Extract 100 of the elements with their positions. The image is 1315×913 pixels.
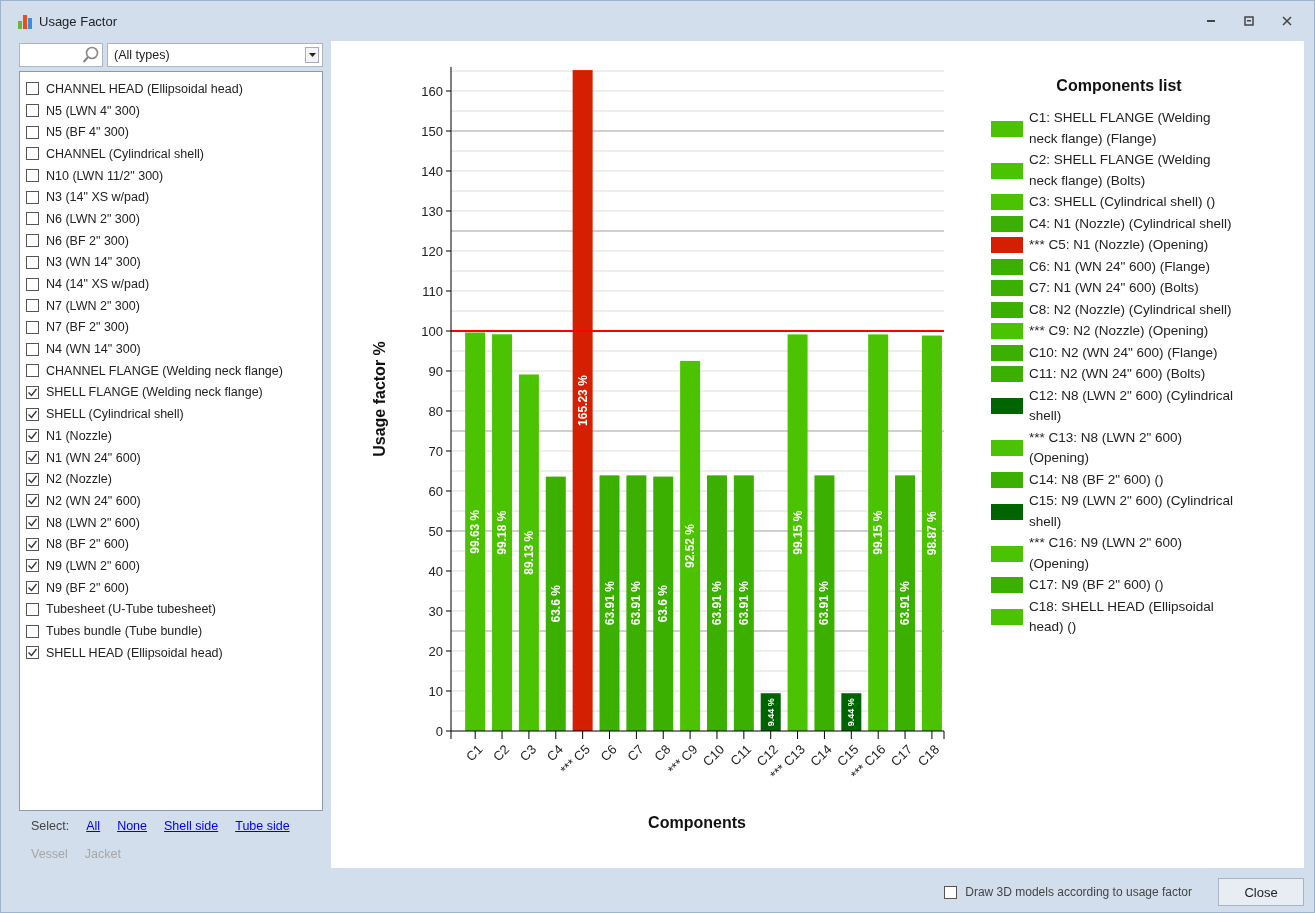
- component-label[interactable]: SHELL HEAD (Ellipsoidal head): [46, 645, 223, 660]
- x-tick-label: C6: [597, 741, 620, 765]
- legend-label: C6: N1 (WN 24" 600) (Flange): [1029, 257, 1212, 276]
- y-tick-label: 140: [421, 163, 443, 179]
- legend-label: *** C16: N9 (LWN 2" 600) (Opening): [1029, 534, 1184, 573]
- bar-value-label: 63.91 %: [629, 581, 644, 626]
- window-title: Usage Factor: [39, 13, 119, 29]
- checkbox[interactable]: [26, 581, 39, 595]
- bar-value-label: 165.23 %: [575, 375, 590, 426]
- component-label[interactable]: N7 (LWN 2" 300): [46, 298, 140, 313]
- component-label[interactable]: N10 (LWN 11/2" 300): [46, 168, 164, 183]
- y-tick-label: 80: [428, 403, 443, 419]
- bar-value-label: 63.91 %: [736, 581, 751, 626]
- component-label[interactable]: Tubesheet (U-Tube tubesheet): [46, 602, 216, 617]
- checkbox[interactable]: [26, 451, 39, 465]
- checkbox[interactable]: [26, 299, 39, 313]
- checkbox[interactable]: [26, 169, 39, 183]
- y-tick-label: 30: [428, 603, 443, 619]
- checkbox[interactable]: [26, 212, 39, 226]
- checkbox[interactable]: [26, 559, 39, 573]
- component-label[interactable]: SHELL FLANGE (Welding neck flange): [46, 385, 263, 400]
- select-link[interactable]: None: [117, 819, 147, 833]
- bar-value-label: 89.13 %: [521, 530, 536, 575]
- legend-label: C10: N2 (WN 24" 600) (Flange): [1029, 343, 1219, 362]
- checkbox[interactable]: [26, 602, 39, 616]
- close-dialog-button[interactable]: Close: [1218, 878, 1304, 906]
- checkbox[interactable]: [26, 494, 39, 508]
- component-label[interactable]: Tubes bundle (Tube bundle): [46, 624, 203, 639]
- component-label[interactable]: N8 (BF 2" 600): [46, 537, 129, 552]
- component-label[interactable]: N8 (LWN 2" 600): [46, 515, 140, 530]
- checkbox[interactable]: [26, 104, 39, 118]
- checkbox[interactable]: [26, 125, 39, 139]
- y-tick-label: 110: [422, 283, 443, 299]
- caret-icon: [305, 47, 319, 63]
- checkbox[interactable]: [26, 147, 39, 161]
- legend-label: C15: N9 (LWN 2" 600) (Cylindrical shell): [1029, 492, 1235, 531]
- checkbox[interactable]: [26, 646, 39, 660]
- component-label[interactable]: N9 (BF 2" 600): [46, 580, 129, 595]
- checkbox-label[interactable]: Draw 3D models according to usage factor: [965, 885, 1192, 899]
- y-tick-label: 50: [428, 523, 443, 539]
- restore-icon: [1244, 16, 1254, 26]
- checkbox[interactable]: [26, 429, 39, 443]
- component-label[interactable]: N1 (WN 24" 600): [46, 450, 141, 465]
- checkbox[interactable]: [26, 190, 39, 204]
- checkbox[interactable]: [26, 234, 39, 248]
- component-label[interactable]: N6 (BF 2" 300): [46, 233, 129, 248]
- x-tick-label: C17: [887, 741, 916, 770]
- component-label[interactable]: N4 (14" XS w/pad): [46, 277, 150, 292]
- component-label[interactable]: N6 (LWN 2" 300): [46, 211, 140, 226]
- checkbox[interactable]: [26, 364, 39, 378]
- checkbox[interactable]: [26, 624, 39, 638]
- checkbox[interactable]: [26, 277, 39, 291]
- component-label[interactable]: N2 (Nozzle): [46, 472, 112, 487]
- checkbox[interactable]: [26, 385, 39, 399]
- bar-value-label: 92.52 %: [683, 523, 698, 568]
- legend-label: C14: N8 (BF 2" 600) (): [1029, 470, 1165, 489]
- component-label[interactable]: N1 (Nozzle): [46, 428, 112, 443]
- x-tick-label: C2: [490, 741, 513, 765]
- search-icon: [82, 46, 100, 64]
- bar-value-label: 99.18 %: [495, 510, 510, 555]
- component-label[interactable]: N7 (BF 2" 300): [46, 320, 129, 335]
- select-link[interactable]: All: [86, 819, 101, 833]
- x-tick-label: C14: [807, 741, 835, 770]
- search-field[interactable]: [19, 43, 103, 67]
- component-label[interactable]: N5 (LWN 4" 300): [46, 103, 140, 118]
- component-label[interactable]: N5 (BF 4" 300): [46, 125, 129, 140]
- legend-label: C8: N2 (Nozzle) (Cylindrical shell): [1029, 300, 1233, 319]
- bar-value-label: 98.87 %: [924, 511, 939, 556]
- bar: [760, 693, 781, 731]
- component-label[interactable]: N2 (WN 24" 600): [46, 493, 141, 508]
- select-link[interactable]: Shell side: [164, 819, 219, 833]
- select-link[interactable]: Tube side: [235, 819, 290, 833]
- checkbox[interactable]: [944, 885, 958, 899]
- y-tick-label: 70: [428, 443, 443, 459]
- checkbox[interactable]: [26, 255, 39, 269]
- component-label[interactable]: N4 (WN 14" 300): [46, 342, 141, 357]
- x-tick-label: C10: [699, 741, 728, 770]
- y-tick-label: 150: [421, 123, 443, 139]
- component-label[interactable]: CHANNEL FLANGE (Welding neck flange): [46, 363, 283, 378]
- checkbox[interactable]: [26, 537, 39, 551]
- component-label[interactable]: CHANNEL HEAD (Ellipsoidal head): [46, 81, 243, 96]
- component-label[interactable]: N3 (WN 14" 300): [46, 255, 141, 270]
- close-icon: [1282, 16, 1292, 26]
- legend-label: *** C5: N1 (Nozzle) (Opening): [1029, 236, 1210, 254]
- legend-label: C4: N1 (Nozzle) (Cylindrical shell): [1029, 214, 1233, 233]
- x-axis-title: Components: [648, 813, 746, 831]
- checkbox[interactable]: [26, 472, 39, 486]
- component-label[interactable]: SHELL (Cylindrical shell): [46, 407, 184, 422]
- y-tick-label: 100: [421, 323, 443, 339]
- checkbox[interactable]: [26, 320, 39, 334]
- checkbox[interactable]: [26, 82, 39, 96]
- checkbox[interactable]: [26, 516, 39, 530]
- component-label[interactable]: N3 (14" XS w/pad): [46, 190, 150, 205]
- legend-label: C1: SHELL FLANGE (Welding neck flange) (Flange): [1029, 109, 1212, 148]
- checkbox[interactable]: [26, 342, 39, 356]
- component-label[interactable]: CHANNEL (Cylindrical shell): [46, 146, 204, 161]
- checkbox[interactable]: [26, 407, 39, 421]
- component-label[interactable]: N9 (LWN 2" 600): [46, 558, 140, 573]
- type-dropdown[interactable]: (All types): [107, 43, 323, 67]
- bar-value-label: 9.44 %: [765, 698, 776, 727]
